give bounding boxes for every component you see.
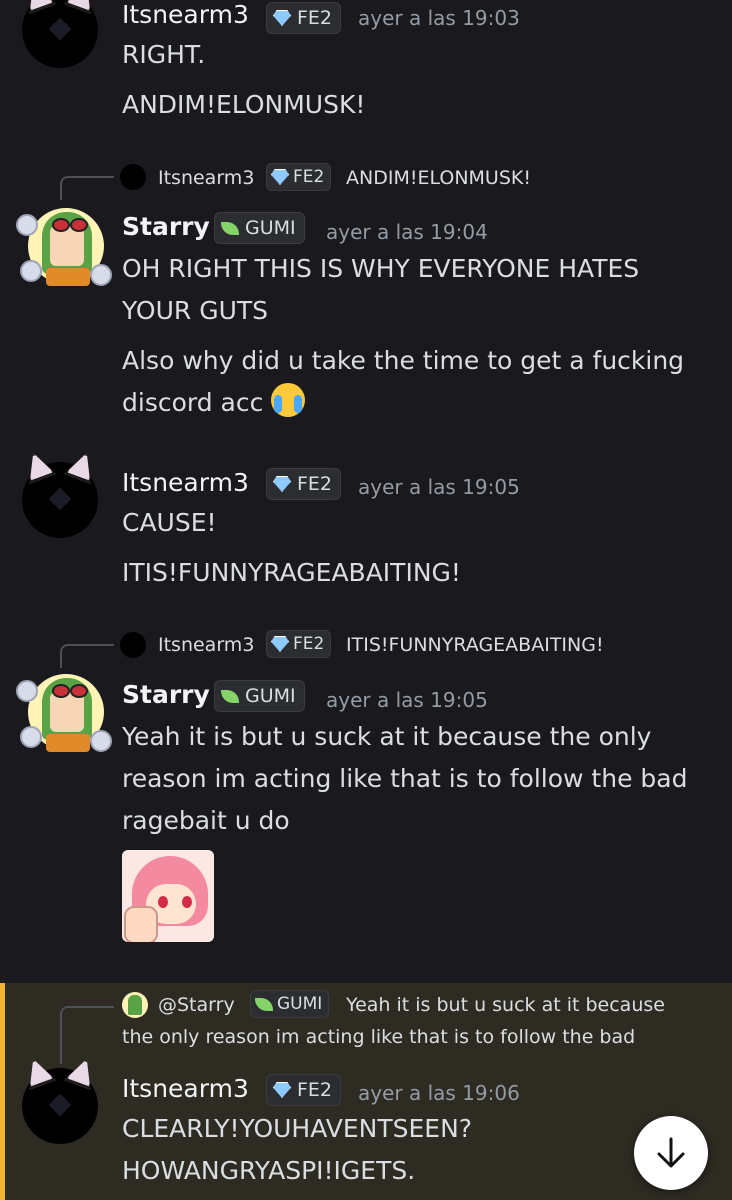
reply-avatar	[122, 992, 148, 1018]
diamond-icon	[273, 10, 291, 26]
reply-role-badge: GUMI	[250, 990, 330, 1018]
diamond-icon	[271, 636, 289, 652]
reply-text[interactable]: ANDIM!ELONMUSK!	[346, 167, 531, 189]
cat-ear-left	[20, 448, 56, 484]
avatar-star	[48, 1093, 72, 1117]
loudly-crying-face-icon[interactable]	[271, 383, 306, 417]
cat-ear-left	[20, 0, 56, 14]
badge-label: GUMI	[245, 685, 296, 707]
message-line: RIGHT.	[122, 40, 206, 69]
message-text: discord acc	[122, 388, 264, 417]
badge-label: FE2	[293, 167, 325, 187]
timestamp: ayer a las 19:05	[326, 688, 488, 712]
message-line: discord acc	[122, 382, 306, 424]
flower-decoration	[16, 680, 38, 702]
badge-label: GUMI	[277, 994, 323, 1014]
badge-label: GUMI	[245, 217, 296, 239]
thumbs-up-icon	[124, 906, 158, 942]
badge-label: FE2	[297, 1079, 333, 1101]
message-line: CAUSE!	[122, 508, 217, 537]
reply-author[interactable]: Itsnearm3	[158, 167, 254, 189]
author-name[interactable]: Itsnearm3	[122, 1074, 249, 1103]
message-line: ITIS!FUNNYRAGEABAITING!	[122, 558, 461, 587]
avatar-starry[interactable]	[16, 672, 112, 756]
cat-ear-right	[64, 0, 100, 14]
avatar-itsnearm3[interactable]	[22, 462, 98, 538]
reply-role-badge: FE2	[266, 630, 332, 658]
flower-decoration	[20, 726, 42, 748]
message-line: ANDIM!ELONMUSK!	[122, 90, 366, 119]
flower-decoration	[90, 730, 112, 752]
message-line: YOUR GUTS	[122, 296, 269, 325]
cat-ear-right	[64, 448, 100, 484]
message-line: OH RIGHT THIS IS WHY EVERYONE HATES	[122, 254, 640, 283]
sticker-image[interactable]	[122, 850, 214, 942]
message-line: Yeah it is but u suck at it because the …	[122, 722, 652, 751]
role-badge[interactable]: FE2	[266, 1074, 342, 1106]
avatar-itsnearm3[interactable]	[22, 0, 98, 68]
badge-label: FE2	[293, 634, 325, 654]
role-badge[interactable]: GUMI	[214, 680, 305, 712]
reply-connector	[60, 176, 114, 200]
diamond-icon	[273, 1082, 291, 1098]
message-line: ragebait u do	[122, 806, 290, 835]
reply-avatar	[120, 164, 146, 190]
reply-connector	[60, 1006, 114, 1064]
reply-author[interactable]: Itsnearm3	[158, 634, 254, 656]
author-name[interactable]: Starry	[122, 212, 210, 241]
avatar-starry[interactable]	[16, 206, 112, 290]
reply-text[interactable]: ITIS!FUNNYRAGEABAITING!	[346, 634, 604, 656]
reply-connector	[60, 644, 114, 668]
reply-author[interactable]: @Starry	[158, 994, 235, 1016]
reply-avatar	[120, 632, 146, 658]
leaf-icon	[221, 689, 239, 703]
timestamp: ayer a las 19:05	[358, 475, 520, 499]
leaf-icon	[221, 221, 239, 235]
leaf-icon	[255, 997, 273, 1011]
avatar-itsnearm3[interactable]	[22, 1068, 98, 1144]
timestamp: ayer a las 19:04	[326, 220, 488, 244]
flower-decoration	[20, 260, 42, 282]
role-badge[interactable]: FE2	[266, 2, 342, 34]
flower-decoration	[16, 214, 38, 236]
message-line: reason im acting like that is to follow …	[122, 764, 688, 793]
diamond-icon	[271, 169, 289, 185]
message-line: Also why did u take the time to get a fu…	[122, 346, 685, 375]
timestamp: ayer a las 19:03	[358, 6, 520, 30]
scroll-to-bottom-button[interactable]	[634, 1116, 708, 1190]
arrow-down-icon	[657, 1137, 685, 1168]
avatar-star	[48, 487, 72, 511]
reply-text[interactable]: Yeah it is but u suck at it because	[346, 994, 665, 1016]
flower-decoration	[90, 264, 112, 286]
author-name[interactable]: Itsnearm3	[122, 0, 249, 29]
role-badge[interactable]: FE2	[266, 468, 342, 500]
reply-text[interactable]: the only reason im acting like that is t…	[122, 1026, 635, 1048]
badge-label: FE2	[297, 7, 333, 29]
author-name[interactable]: Starry	[122, 680, 210, 709]
author-name[interactable]: Itsnearm3	[122, 468, 249, 497]
badge-label: FE2	[297, 473, 333, 495]
message-line: HOWANGRYASPI!IGETS.	[122, 1156, 416, 1185]
message-line: CLEARLY!YOUHAVENTSEEN?	[122, 1114, 473, 1143]
reply-role-badge: FE2	[266, 163, 332, 191]
avatar-star	[48, 17, 72, 41]
diamond-icon	[273, 476, 291, 492]
role-badge[interactable]: GUMI	[214, 212, 305, 244]
timestamp: ayer a las 19:06	[358, 1081, 520, 1105]
